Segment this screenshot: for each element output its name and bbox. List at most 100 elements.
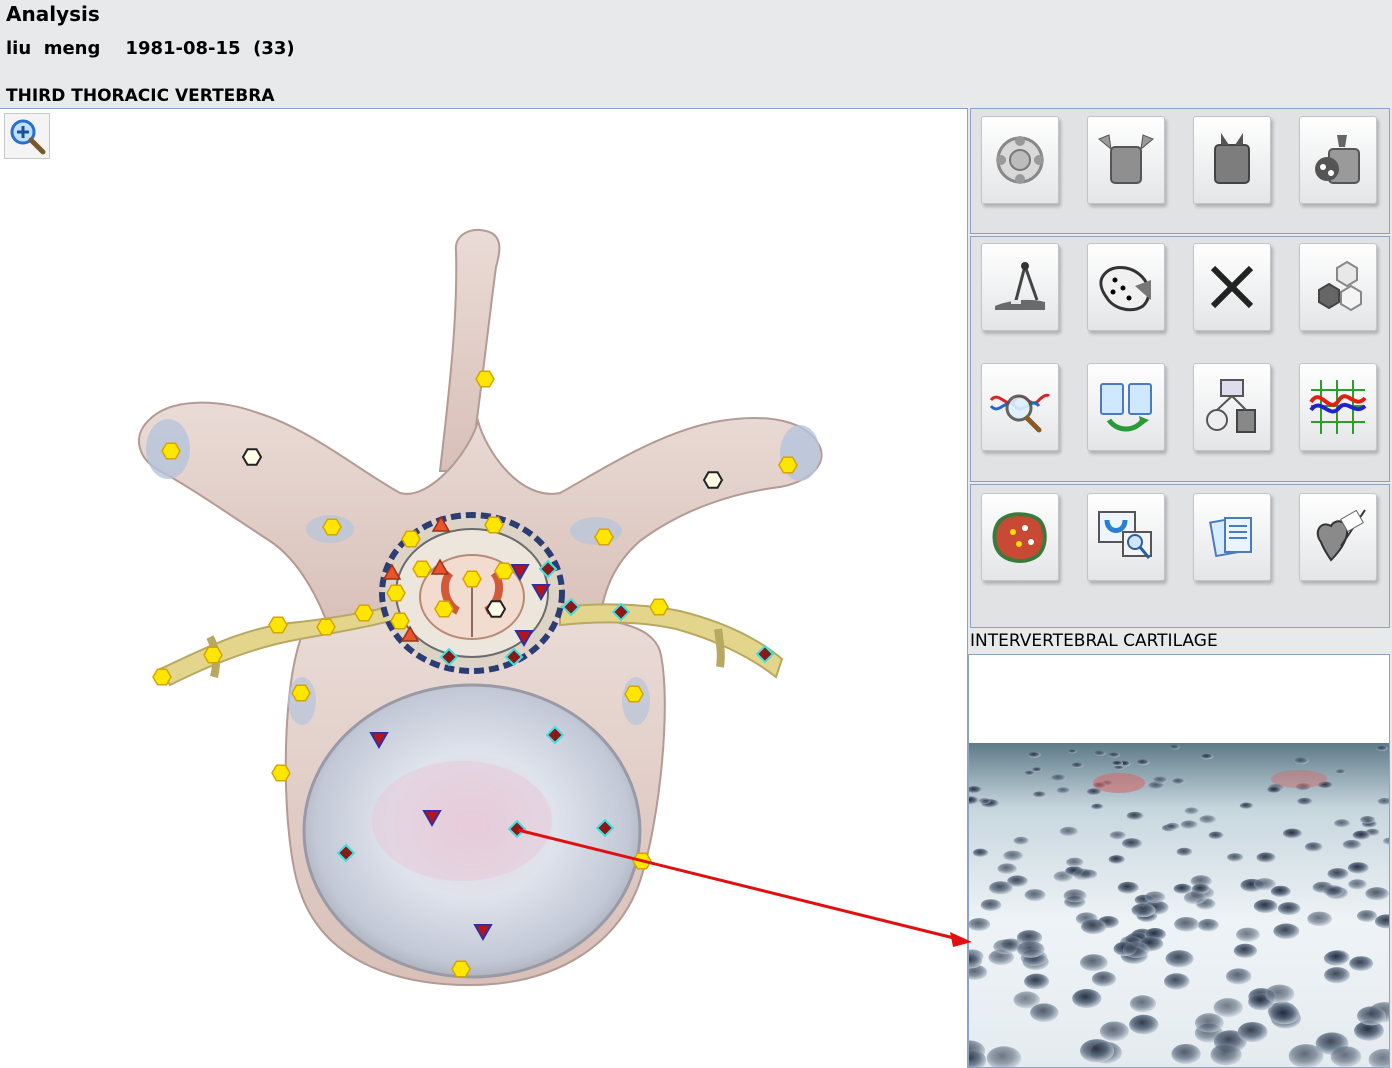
diamond-marker[interactable] bbox=[504, 647, 524, 667]
cartilage-cell bbox=[1024, 973, 1050, 990]
cartilage-cell bbox=[1068, 749, 1077, 754]
cartilage-cell bbox=[1334, 819, 1351, 828]
cartilage-cell bbox=[1200, 753, 1214, 760]
expand-tool-button[interactable] bbox=[1087, 116, 1165, 204]
wave-search-tool-button[interactable] bbox=[981, 363, 1059, 451]
cartilage-cell bbox=[1136, 759, 1150, 766]
white-hex-marker[interactable] bbox=[485, 600, 507, 618]
vertebra-view-panel[interactable] bbox=[0, 108, 968, 1068]
yellow-hex-marker[interactable] bbox=[484, 516, 504, 534]
diamond-marker[interactable] bbox=[755, 644, 775, 664]
cartilage-cell bbox=[1183, 891, 1207, 905]
yellow-hex-marker[interactable] bbox=[778, 456, 798, 474]
cartilage-cell bbox=[1131, 903, 1156, 918]
cartilage-cell bbox=[1033, 791, 1047, 798]
cartilage-cell bbox=[1323, 885, 1344, 897]
white-hex-marker[interactable] bbox=[241, 448, 263, 466]
section-title: THIRD THORACIC VERTEBRA bbox=[6, 86, 275, 106]
points-tool-button[interactable] bbox=[1087, 243, 1165, 331]
cartilage-cell bbox=[1233, 943, 1257, 958]
cartilage-cell bbox=[1288, 1044, 1324, 1067]
up-triangle-marker[interactable] bbox=[430, 558, 450, 575]
tissue-map-tool-button[interactable] bbox=[981, 493, 1059, 581]
yellow-hex-marker[interactable] bbox=[291, 684, 311, 702]
white-hex-markers[interactable] bbox=[241, 448, 724, 618]
cartilage-cell bbox=[1081, 919, 1107, 935]
yellow-hex-marker[interactable] bbox=[624, 685, 644, 703]
yellow-hex-marker[interactable] bbox=[271, 764, 291, 782]
cartilage-cell bbox=[1342, 839, 1362, 850]
cartilage-cell bbox=[1024, 889, 1046, 902]
cartilage-cell bbox=[997, 863, 1017, 874]
diamond-marker[interactable] bbox=[538, 559, 558, 579]
cartilage-cell bbox=[1164, 973, 1190, 990]
yellow-hex-marker[interactable] bbox=[390, 612, 410, 630]
up-triangle-marker[interactable] bbox=[431, 515, 451, 532]
diamond-marker[interactable] bbox=[507, 819, 527, 839]
diamond-marker[interactable] bbox=[561, 597, 581, 617]
white-hex-marker[interactable] bbox=[702, 471, 724, 489]
delete-tool-button[interactable] bbox=[1193, 243, 1271, 331]
yellow-hex-marker[interactable] bbox=[316, 618, 336, 636]
diamond-marker[interactable] bbox=[545, 725, 565, 745]
yellow-hex-marker[interactable] bbox=[152, 668, 172, 686]
down-triangle-marker[interactable] bbox=[531, 584, 551, 602]
diamond-marker[interactable] bbox=[595, 818, 615, 838]
up-triangle-marker[interactable] bbox=[382, 563, 402, 580]
cartilage-cell bbox=[1293, 757, 1309, 765]
yellow-hex-marker[interactable] bbox=[632, 852, 652, 870]
yellow-hex-marker[interactable] bbox=[462, 570, 482, 588]
yellow-hex-marker[interactable] bbox=[161, 442, 181, 460]
window-magnify-tool-button[interactable] bbox=[1087, 493, 1165, 581]
cartilage-cell bbox=[1007, 875, 1028, 887]
measure-tool-button[interactable] bbox=[981, 243, 1059, 331]
documents-tool-button[interactable] bbox=[1193, 493, 1271, 581]
cartilage-cell bbox=[1283, 828, 1302, 839]
diamond-marker[interactable] bbox=[336, 843, 356, 863]
yellow-hex-marker[interactable] bbox=[401, 530, 421, 548]
yellow-hex-marker[interactable] bbox=[475, 370, 495, 388]
diamond-marker[interactable] bbox=[439, 647, 459, 667]
diamond-marker[interactable] bbox=[611, 602, 631, 622]
yellow-hex-marker[interactable] bbox=[594, 528, 614, 546]
triangle-markers[interactable] bbox=[369, 515, 551, 942]
yellow-hex-marker[interactable] bbox=[649, 598, 669, 616]
target-crosshair-icon bbox=[996, 136, 1044, 184]
cartilage-cell bbox=[1297, 797, 1313, 806]
yellow-hex-marker[interactable] bbox=[322, 518, 342, 536]
yellow-hex-marker[interactable] bbox=[451, 960, 471, 978]
diamond-markers[interactable] bbox=[336, 559, 775, 863]
collapse-tool-button[interactable] bbox=[1193, 116, 1271, 204]
heart-scan-tool-button[interactable] bbox=[1299, 493, 1377, 581]
yellow-hex-marker[interactable] bbox=[203, 646, 223, 664]
cartilage-cell bbox=[1030, 1003, 1059, 1022]
zoom-in-button[interactable] bbox=[4, 113, 50, 159]
down-triangle-marker[interactable] bbox=[473, 924, 493, 942]
yellow-hex-marker[interactable] bbox=[354, 604, 374, 622]
cartilage-cell bbox=[1365, 887, 1389, 901]
down-triangle-marker[interactable] bbox=[422, 810, 442, 828]
organ-collapse-icon bbox=[1214, 133, 1250, 184]
cartilage-cell bbox=[1184, 807, 1199, 815]
process-tool-button[interactable] bbox=[1193, 363, 1271, 451]
yellow-hex-marker[interactable] bbox=[386, 584, 406, 602]
down-triangle-marker[interactable] bbox=[510, 564, 530, 582]
cartilage-cell bbox=[1091, 803, 1104, 810]
cartilage-cell bbox=[1176, 847, 1193, 857]
yellow-hex-marker[interactable] bbox=[494, 562, 514, 580]
cells-tool-button[interactable] bbox=[1299, 243, 1377, 331]
cartilage-cell bbox=[1273, 923, 1300, 939]
cartilage-cell bbox=[1348, 879, 1367, 890]
cartilage-cell bbox=[1129, 1014, 1159, 1035]
yellow-hex-marker[interactable] bbox=[268, 616, 288, 634]
target-tool-button[interactable] bbox=[981, 116, 1059, 204]
down-triangle-marker[interactable] bbox=[369, 732, 389, 750]
yellow-hex-marker[interactable] bbox=[412, 560, 432, 578]
yellow-hex-marker[interactable] bbox=[434, 600, 454, 618]
cartilage-cell bbox=[1327, 868, 1349, 880]
spectrum-tool-button[interactable] bbox=[1299, 363, 1377, 451]
sample-tool-button[interactable] bbox=[1299, 116, 1377, 204]
down-triangle-marker[interactable] bbox=[514, 630, 534, 648]
compare-tool-button[interactable] bbox=[1087, 363, 1165, 451]
analysis-markers[interactable] bbox=[0, 109, 966, 1068]
